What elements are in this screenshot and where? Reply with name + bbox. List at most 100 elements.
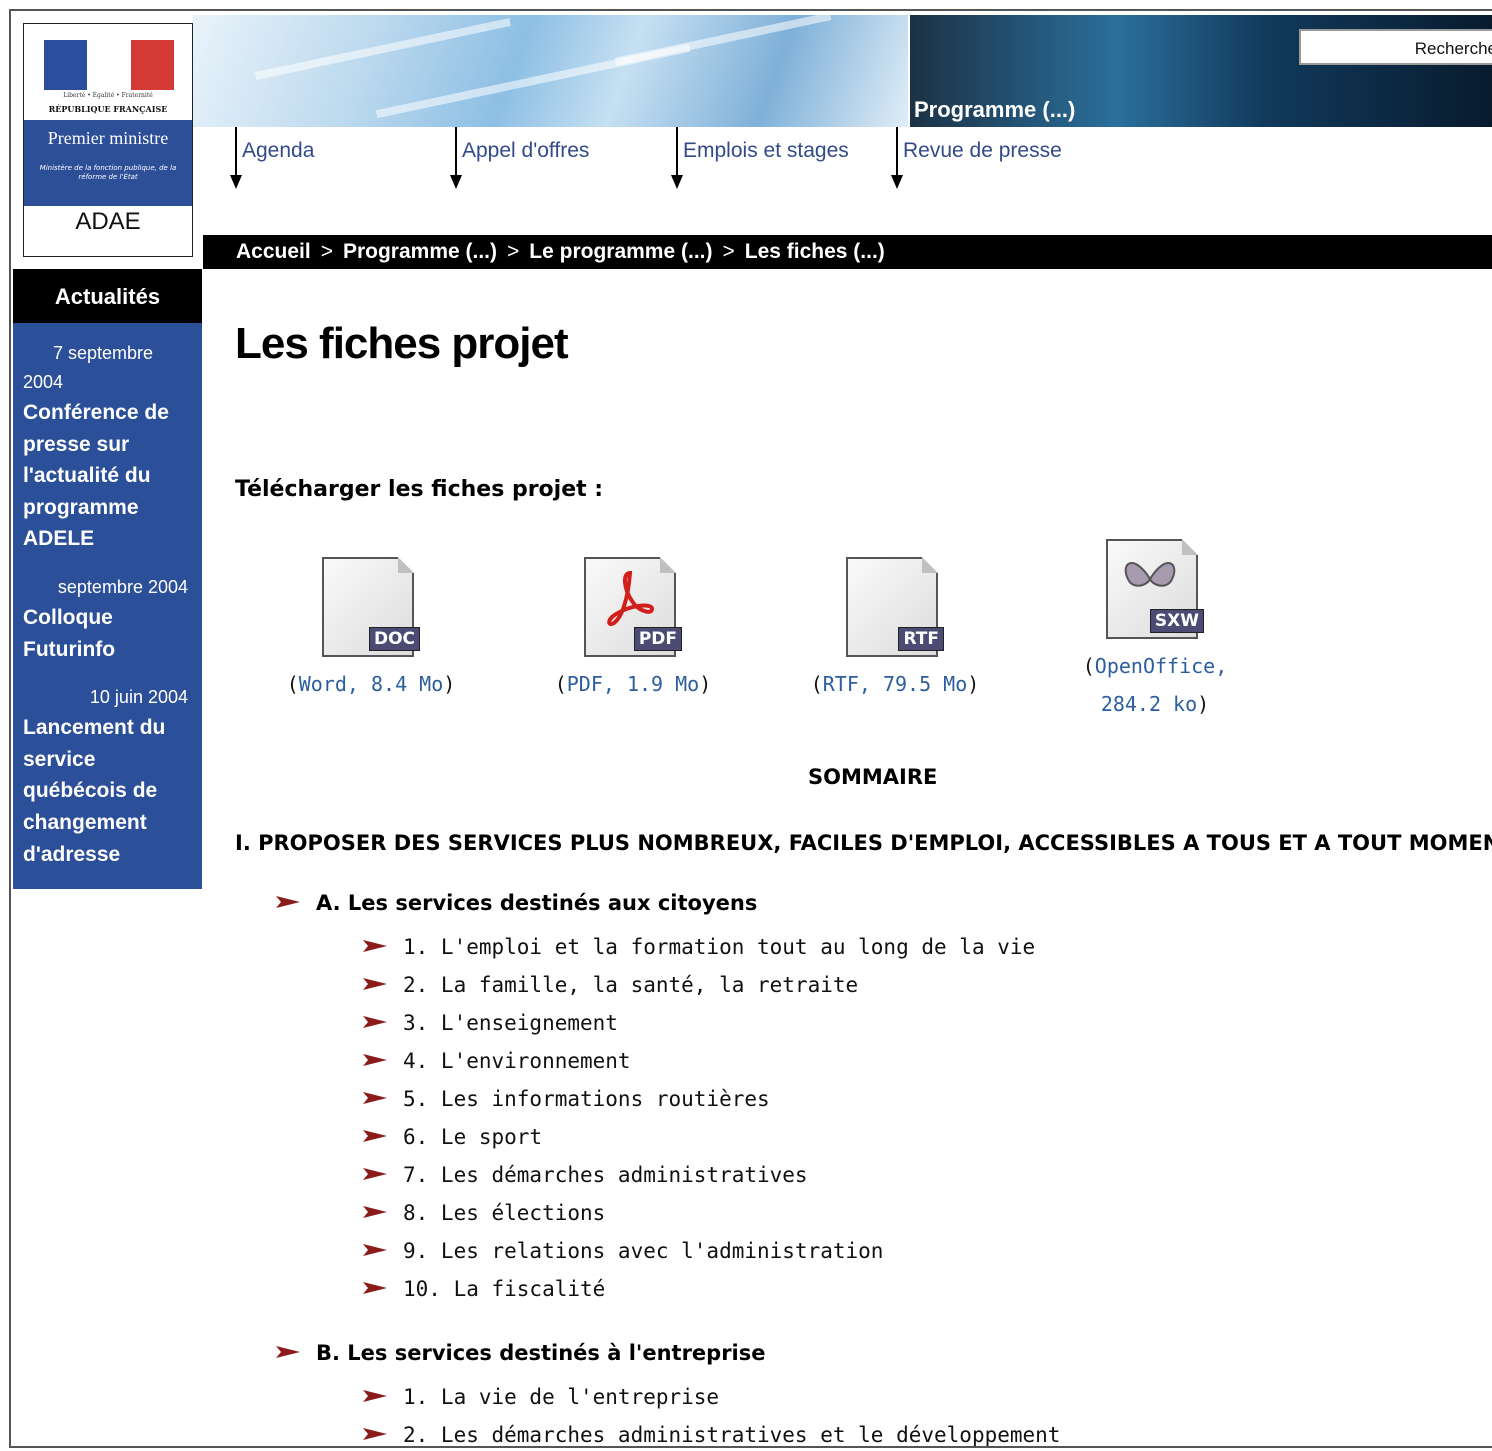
news-title-link[interactable]: Colloque Futurinfo	[23, 602, 192, 665]
arrow-bullet-icon	[363, 1390, 387, 1402]
sidebar-news: 7 septembre 2004 Conférence de presse su…	[13, 323, 202, 889]
list-item[interactable]: 10. La fiscalité	[363, 1277, 605, 1301]
rtf-document-icon[interactable]: RTF	[846, 557, 944, 661]
search-button[interactable]: Recherche	[1299, 29, 1492, 65]
breadcrumb-programme[interactable]: Programme (...)	[343, 240, 497, 263]
list-item[interactable]: 2. La famille, la santé, la retraite	[363, 973, 858, 997]
browser-content: Liberté • Égalité • Fraternité RÉPUBLIQU…	[9, 9, 1492, 1448]
list-item-link[interactable]: 4. L'environnement	[403, 1049, 631, 1073]
download-word-link[interactable]: Word, 8.4 Mo	[299, 672, 444, 696]
download-label: Télécharger les fiches projet :	[235, 477, 604, 502]
download-openoffice-link[interactable]: OpenOffice,	[1095, 654, 1227, 678]
list-item-link[interactable]: 2. Les démarches administratives et le d…	[403, 1423, 1060, 1446]
list-item-link[interactable]: 6. Le sport	[403, 1125, 542, 1149]
openoffice-document-icon[interactable]: SXW	[1106, 539, 1204, 643]
list-item-link[interactable]: 1. L'emploi et la formation tout au long…	[403, 935, 1035, 959]
section-heading[interactable]: I. PROPOSER DES SERVICES PLUS NOMBREUX, …	[235, 831, 1492, 855]
breadcrumb-home[interactable]: Accueil	[236, 240, 311, 263]
list-item-link[interactable]: 10. La fiscalité	[403, 1277, 605, 1301]
download-pdf[interactable]: PDF (PDF, 1.9 Mo)	[513, 557, 753, 703]
list-item[interactable]: 3. L'enseignement	[363, 1011, 618, 1035]
paren: (	[554, 672, 567, 696]
news-item[interactable]: 10 juin 2004 Lancement du service québéc…	[23, 683, 192, 870]
subsection-a[interactable]: A. Les services destinés aux citoyens	[276, 891, 757, 915]
down-arrow-icon	[671, 175, 683, 189]
republic-text: RÉPUBLIQUE FRANÇAISE	[48, 104, 168, 114]
word-document-icon[interactable]: DOC	[322, 557, 420, 661]
list-item[interactable]: 1. La vie de l'entreprise	[363, 1385, 719, 1409]
download-openoffice-size[interactable]: 284.2 ko	[1101, 692, 1197, 716]
nav-label[interactable]: Emplois et stages	[683, 139, 849, 163]
list-item-link[interactable]: 9. Les relations avec l'administration	[403, 1239, 883, 1263]
down-arrow-icon	[891, 175, 903, 189]
logo-block[interactable]: Liberté • Égalité • Fraternité RÉPUBLIQU…	[23, 23, 193, 257]
arrow-bullet-icon	[276, 1346, 300, 1358]
list-item-link[interactable]: 5. Les informations routières	[403, 1087, 770, 1111]
nav-label[interactable]: Revue de presse	[903, 139, 1062, 163]
news-title-link[interactable]: Lancement du service québécois de change…	[23, 712, 192, 870]
news-item[interactable]: septembre 2004 Colloque Futurinfo	[23, 573, 192, 665]
paren: )	[443, 672, 456, 696]
list-item[interactable]: 9. Les relations avec l'administration	[363, 1239, 883, 1263]
download-rtf-link[interactable]: RTF, 79.5 Mo	[823, 672, 968, 696]
arrow-bullet-icon	[363, 1428, 387, 1440]
news-title-link[interactable]: Conférence de presse sur l'actualité du …	[23, 397, 192, 555]
arrow-bullet-icon	[363, 1016, 387, 1028]
summary-title: SOMMAIRE	[808, 765, 938, 789]
list-item[interactable]: 8. Les élections	[363, 1201, 605, 1225]
subsection-title[interactable]: B. Les services destinés à l'entreprise	[316, 1341, 766, 1365]
list-item-link[interactable]: 1. La vie de l'entreprise	[403, 1385, 719, 1409]
breadcrumb-separator: >	[320, 240, 333, 263]
arrow-bullet-icon	[276, 896, 300, 908]
file-type-badge: DOC	[368, 627, 420, 651]
news-date: 7 septembre 2004	[23, 343, 154, 392]
breadcrumb-separator: >	[507, 240, 520, 263]
subsection-title[interactable]: A. Les services destinés aux citoyens	[316, 891, 757, 915]
nav-label[interactable]: Agenda	[242, 139, 314, 163]
arrow-bullet-icon	[363, 978, 387, 990]
breadcrumb: Accueil > Programme (...) > Le programme (..…	[203, 235, 1492, 269]
paren: (	[810, 672, 823, 696]
breadcrumb-le-programme[interactable]: Le programme (...)	[529, 240, 712, 263]
arrow-bullet-icon	[363, 1054, 387, 1066]
arrow-bullet-icon	[363, 1282, 387, 1294]
nav-label[interactable]: Appel d'offres	[462, 139, 589, 163]
arrow-bullet-icon	[363, 1206, 387, 1218]
list-item[interactable]: 7. Les démarches administratives	[363, 1163, 808, 1187]
list-item-link[interactable]: 3. L'enseignement	[403, 1011, 618, 1035]
arrow-bullet-icon	[363, 1244, 387, 1256]
news-item[interactable]: 7 septembre 2004 Conférence de presse su…	[23, 339, 192, 555]
list-item[interactable]: 6. Le sport	[363, 1125, 542, 1149]
arrow-bullet-icon	[363, 1092, 387, 1104]
list-item[interactable]: 4. L'environnement	[363, 1049, 631, 1073]
news-date: septembre 2004	[57, 576, 188, 597]
down-arrow-icon	[450, 175, 462, 189]
paren: )	[699, 672, 712, 696]
arrow-bullet-icon	[363, 1168, 387, 1180]
list-item-link[interactable]: 2. La famille, la santé, la retraite	[403, 973, 858, 997]
list-item[interactable]: 5. Les informations routières	[363, 1087, 770, 1111]
paren: (	[286, 672, 299, 696]
marianne-logo	[44, 40, 174, 90]
file-type-badge: PDF	[633, 627, 682, 651]
paren: )	[1197, 692, 1210, 716]
download-rtf[interactable]: RTF (RTF, 79.5 Mo)	[775, 557, 1015, 703]
download-openoffice[interactable]: SXW (OpenOffice, 284.2 ko)	[1035, 539, 1275, 723]
arrow-bullet-icon	[363, 940, 387, 952]
sidebar-heading: Actualités	[13, 269, 202, 323]
pdf-document-icon[interactable]: PDF	[584, 557, 682, 661]
page-title: Les fiches projet	[235, 319, 569, 368]
premier-ministre-box: Premier ministre Ministère de la fonctio…	[24, 120, 192, 206]
download-pdf-link[interactable]: PDF, 1.9 Mo	[567, 672, 699, 696]
list-item-link[interactable]: 8. Les élections	[403, 1201, 605, 1225]
down-arrow-icon	[230, 175, 242, 189]
subsection-b[interactable]: B. Les services destinés à l'entreprise	[276, 1341, 766, 1365]
list-item[interactable]: 1. L'emploi et la formation tout au long…	[363, 935, 1035, 959]
download-word[interactable]: DOC (Word, 8.4 Mo)	[251, 557, 491, 703]
section-title: Programme (...)	[914, 97, 1076, 122]
breadcrumb-les-fiches[interactable]: Les fiches (...)	[745, 240, 885, 263]
paren: )	[967, 672, 980, 696]
file-type-badge: RTF	[898, 627, 944, 651]
list-item[interactable]: 2. Les démarches administratives et le d…	[363, 1423, 1060, 1446]
list-item-link[interactable]: 7. Les démarches administratives	[403, 1163, 808, 1187]
